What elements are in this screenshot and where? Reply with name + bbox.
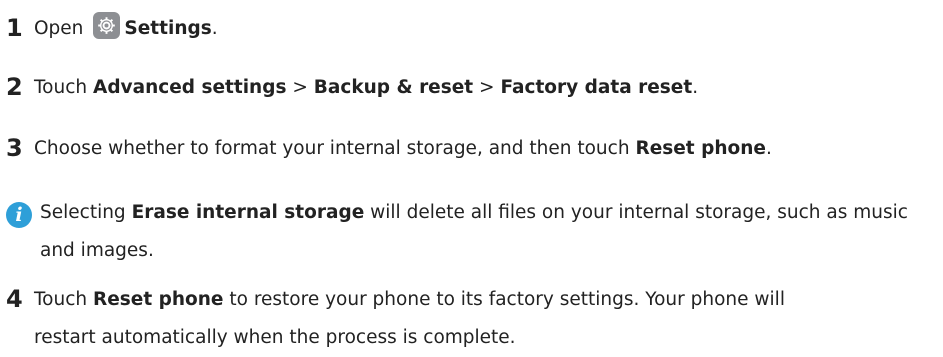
settings-label: Settings xyxy=(124,18,212,39)
path-separator: > xyxy=(479,77,495,98)
erase-internal-storage-label: Erase internal storage xyxy=(131,202,365,223)
step-3: 3 Choose whether to format your internal … xyxy=(6,136,772,161)
note-text: Selecting Erase internal storage will de… xyxy=(40,194,936,270)
gear-icon xyxy=(93,12,121,39)
punctuation: . xyxy=(765,138,772,159)
reset-phone-label: Reset phone xyxy=(635,138,766,159)
step-text: to restore your phone to its factory set… xyxy=(229,289,785,310)
step-number: 2 xyxy=(6,73,23,101)
punctuation: . xyxy=(692,77,699,98)
step-1: 1 Open Settings. xyxy=(6,12,218,41)
path-separator: > xyxy=(292,77,308,98)
info-icon: i xyxy=(6,202,32,228)
punctuation: . xyxy=(211,18,218,39)
note-text-start: Selecting xyxy=(40,202,126,223)
factory-data-reset-label: Factory data reset xyxy=(500,77,693,98)
step-text: Touch xyxy=(34,77,88,98)
backup-reset-label: Backup & reset xyxy=(313,77,474,98)
step-number: 3 xyxy=(6,134,23,162)
info-note: i Selecting Erase internal storage will … xyxy=(6,194,936,270)
step-number: 4 xyxy=(6,285,23,313)
step-text-continued: restart automatically when the process i… xyxy=(34,327,516,348)
step-number: 1 xyxy=(6,14,23,42)
step-text: Open xyxy=(34,18,84,39)
info-icon-letter: i xyxy=(15,204,23,226)
step-text: Choose whether to format your internal s… xyxy=(34,138,630,159)
step-2: 2 Touch Advanced settings > Backup & rese… xyxy=(6,75,698,100)
step-4: 4 Touch Reset phone to restore your phone… xyxy=(6,280,936,357)
reset-phone-label: Reset phone xyxy=(93,289,224,310)
step-text: Touch xyxy=(34,289,88,310)
advanced-settings-label: Advanced settings xyxy=(93,77,287,98)
